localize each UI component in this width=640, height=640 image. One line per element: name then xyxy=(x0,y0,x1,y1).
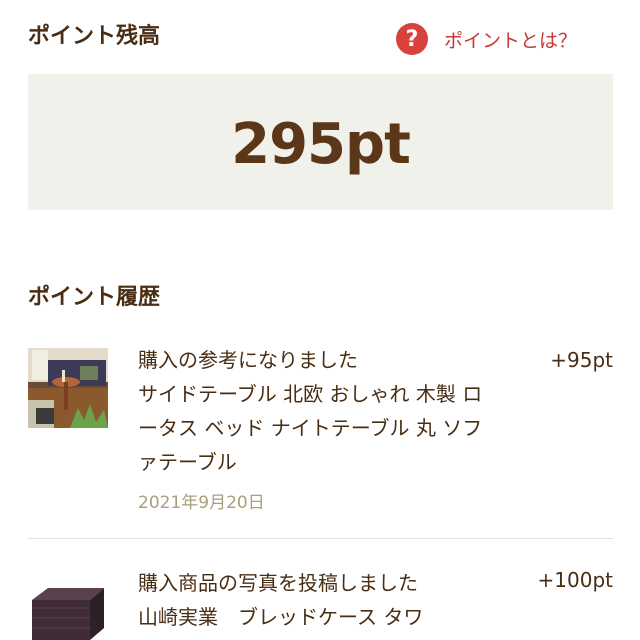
product-thumbnail[interactable] xyxy=(28,348,108,428)
history-divider xyxy=(28,538,613,539)
history-item[interactable]: 購入商品の写真を投稿しました 山崎実業 ブレッドケース タワ +100pt xyxy=(0,560,640,640)
history-item-reason: 購入商品の写真を投稿しました xyxy=(138,571,418,595)
history-item[interactable]: 購入の参考になりました サイドテーブル 北欧 おしゃれ 木製 ロータス ベッド … xyxy=(0,338,640,538)
point-balance-title: ポイント残高 xyxy=(28,24,161,49)
history-item-text: 購入商品の写真を投稿しました 山崎実業 ブレッドケース タワ xyxy=(138,566,500,634)
history-item-date: 2021年9月20日 xyxy=(138,493,265,513)
point-info-label[interactable]: ポイントとは？ xyxy=(444,26,577,53)
history-item-points: +95pt xyxy=(550,348,613,372)
history-item-product: サイドテーブル 北欧 おしゃれ 木製 ロータス ベッド ナイトテーブル 丸 ソフ… xyxy=(138,382,483,474)
history-item-text: 購入の参考になりました サイドテーブル 北欧 おしゃれ 木製 ロータス ベッド … xyxy=(138,343,500,479)
history-item-product: 山崎実業 ブレッドケース タワ xyxy=(138,605,424,629)
point-info-link[interactable]: ? ポイントとは？ xyxy=(396,23,577,55)
question-icon: ? xyxy=(396,23,428,55)
point-balance-card: 295pt xyxy=(28,74,613,210)
history-item-points: +100pt xyxy=(537,568,613,592)
history-item-reason: 購入の参考になりました xyxy=(138,348,358,372)
point-history-title: ポイント履歴 xyxy=(28,285,161,310)
product-thumbnail[interactable] xyxy=(28,578,108,640)
point-balance-value: 295pt xyxy=(231,112,411,177)
